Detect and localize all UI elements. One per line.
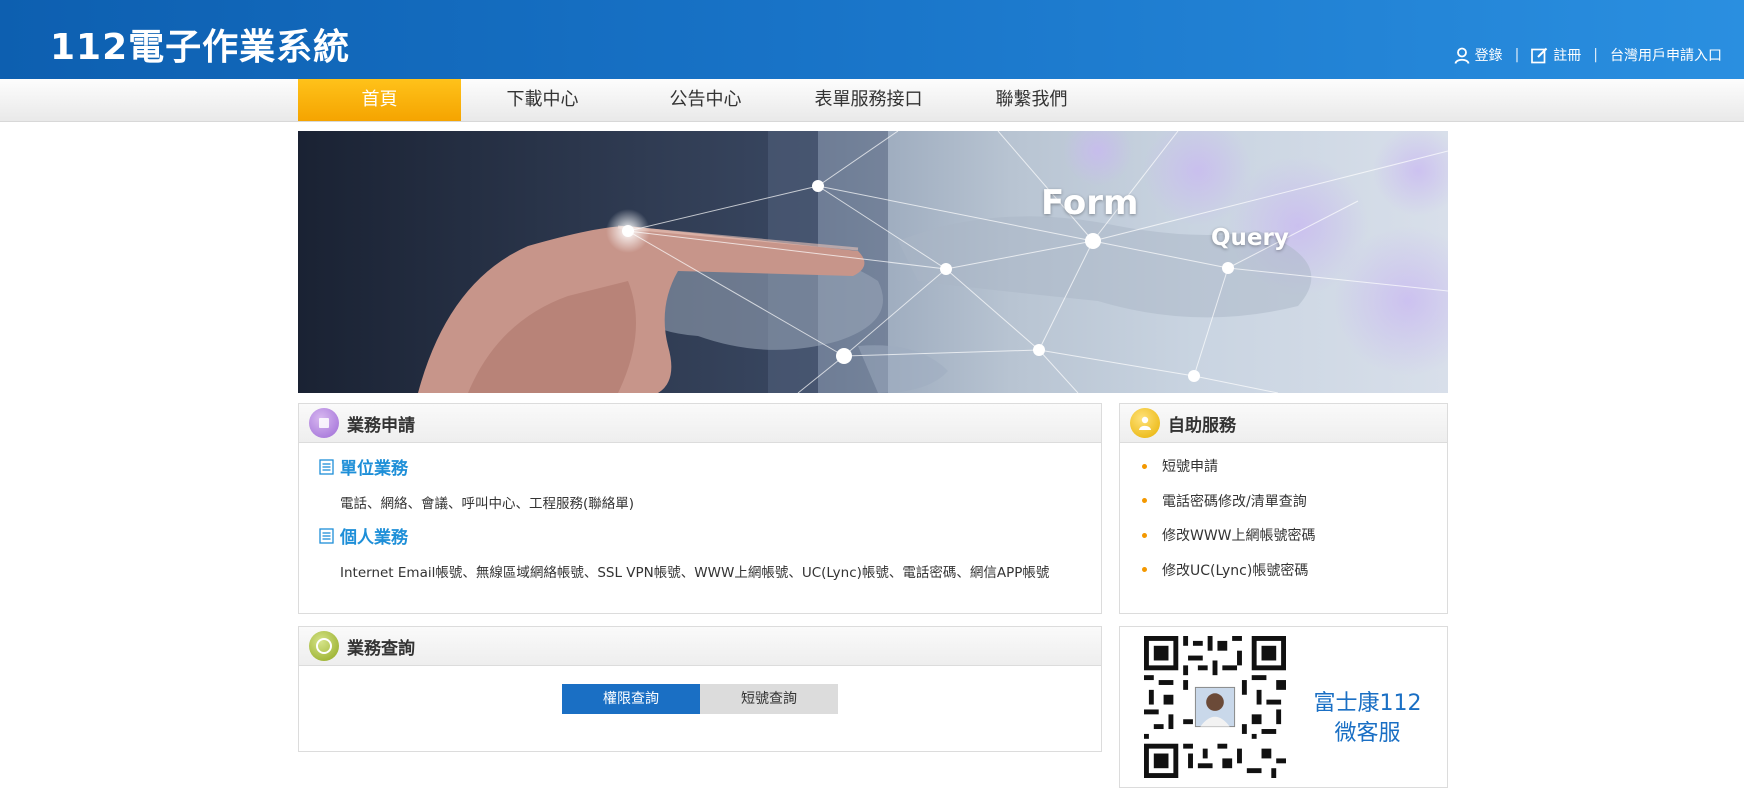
separator: | [1514,47,1520,63]
unit-business-title: 單位業務 [340,459,408,479]
self-service-item-label: 短號申請 [1162,459,1218,476]
register-link[interactable]: 註冊 [1531,45,1581,65]
self-service-item[interactable]: 修改WWW上網帳號密碼 [1142,518,1316,553]
banner-word-form: Form [1041,183,1139,223]
banner-graphic [298,131,1448,393]
login-label: 登錄 [1474,48,1503,64]
wechat-label[interactable]: 富士康112 微客服 [1305,689,1430,749]
self-service-item-label: 修改UC(Lync)帳號密碼 [1162,562,1309,579]
header-bar: 112電子作業系統 登錄 | 註冊 | 台灣用戶申請入口 [0,0,1744,79]
nav-announcement[interactable]: 公告中心 [624,79,787,121]
self-service-item[interactable]: 電話密碼修改/清單查詢 [1142,484,1316,519]
self-service-item-label: 電話密碼修改/清單查詢 [1162,493,1307,510]
self-service-panel: 自助服務 短號申請 電話密碼修改/清單查詢 修改WWW上網帳號密碼 修改UC(L… [1119,403,1448,614]
unit-business-desc[interactable]: 電話、網絡、會議、呼叫中心、工程服務(聯絡單) [340,492,634,512]
self-service-header: 自助服務 [1120,404,1447,443]
main-nav: 首頁 下載中心 公告中心 表單服務接口 聯繫我們 [298,79,1113,121]
short-number-query-button[interactable]: 短號查詢 [700,684,838,714]
user-icon [1454,47,1469,64]
site-logo[interactable]: 112電子作業系統 [50,18,350,70]
personal-business-desc[interactable]: Internet Email帳號、無線區域網絡帳號、SSL VPN帳號、WWW上… [340,561,1049,581]
bullet-dot [1142,463,1147,469]
nav-home[interactable]: 首頁 [298,79,461,121]
separator: | [1593,47,1598,63]
self-service-title: 自助服務 [1168,415,1236,436]
business-apply-title: 業務申請 [347,415,415,436]
business-query-panel: 業務查詢 權限查詢 短號查詢 [298,626,1102,752]
top-links: 登錄 | 註冊 | 台灣用戶申請入口 [1454,45,1722,65]
self-service-item[interactable]: 修改UC(Lync)帳號密碼 [1142,553,1316,588]
bullet-dot [1142,498,1147,504]
banner-word-query: Query [1211,225,1289,251]
self-service-item[interactable]: 短號申請 [1142,449,1316,484]
qr-code[interactable] [1144,636,1286,778]
list-doc-icon [319,527,334,544]
nav-contact[interactable]: 聯繫我們 [950,79,1113,121]
nav-download[interactable]: 下載中心 [461,79,624,121]
self-service-list: 短號申請 電話密碼修改/清單查詢 修改WWW上網帳號密碼 修改UC(Lync)帳… [1142,449,1316,587]
person-icon [1130,408,1160,438]
taiwan-entry-link[interactable]: 台灣用戶申請入口 [1610,45,1722,65]
business-apply-icon [309,408,339,438]
search-circle-icon [309,631,339,661]
business-query-title: 業務查詢 [347,638,415,659]
list-doc-icon [319,458,334,475]
business-query-header: 業務查詢 [299,627,1101,666]
query-tabs: 權限查詢 短號查詢 [562,684,838,714]
wechat-line2: 微客服 [1334,721,1401,746]
wechat-service-panel: 富士康112 微客服 [1119,626,1448,788]
business-apply-panel: 業務申請 單位業務 電話、網絡、會議、呼叫中心、工程服務(聯絡單) 個人業務 I… [298,403,1102,614]
personal-business-title: 個人業務 [340,528,408,548]
hero-banner: Form Query [298,131,1448,393]
nav-form-service[interactable]: 表單服務接口 [787,79,950,121]
business-apply-header: 業務申請 [299,404,1101,443]
permission-query-button[interactable]: 權限查詢 [562,684,700,714]
bullet-dot [1142,567,1147,573]
register-label: 註冊 [1553,48,1582,64]
personal-business-link[interactable]: 個人業務 [319,523,408,548]
bullet-dot [1142,532,1147,538]
nav-bar: 首頁 下載中心 公告中心 表單服務接口 聯繫我們 [0,79,1744,122]
wechat-line1: 富士康112 [1313,691,1422,716]
edit-icon [1531,47,1548,63]
self-service-item-label: 修改WWW上網帳號密碼 [1162,528,1316,545]
login-link[interactable]: 登錄 [1454,45,1503,65]
unit-business-link[interactable]: 單位業務 [319,454,408,479]
